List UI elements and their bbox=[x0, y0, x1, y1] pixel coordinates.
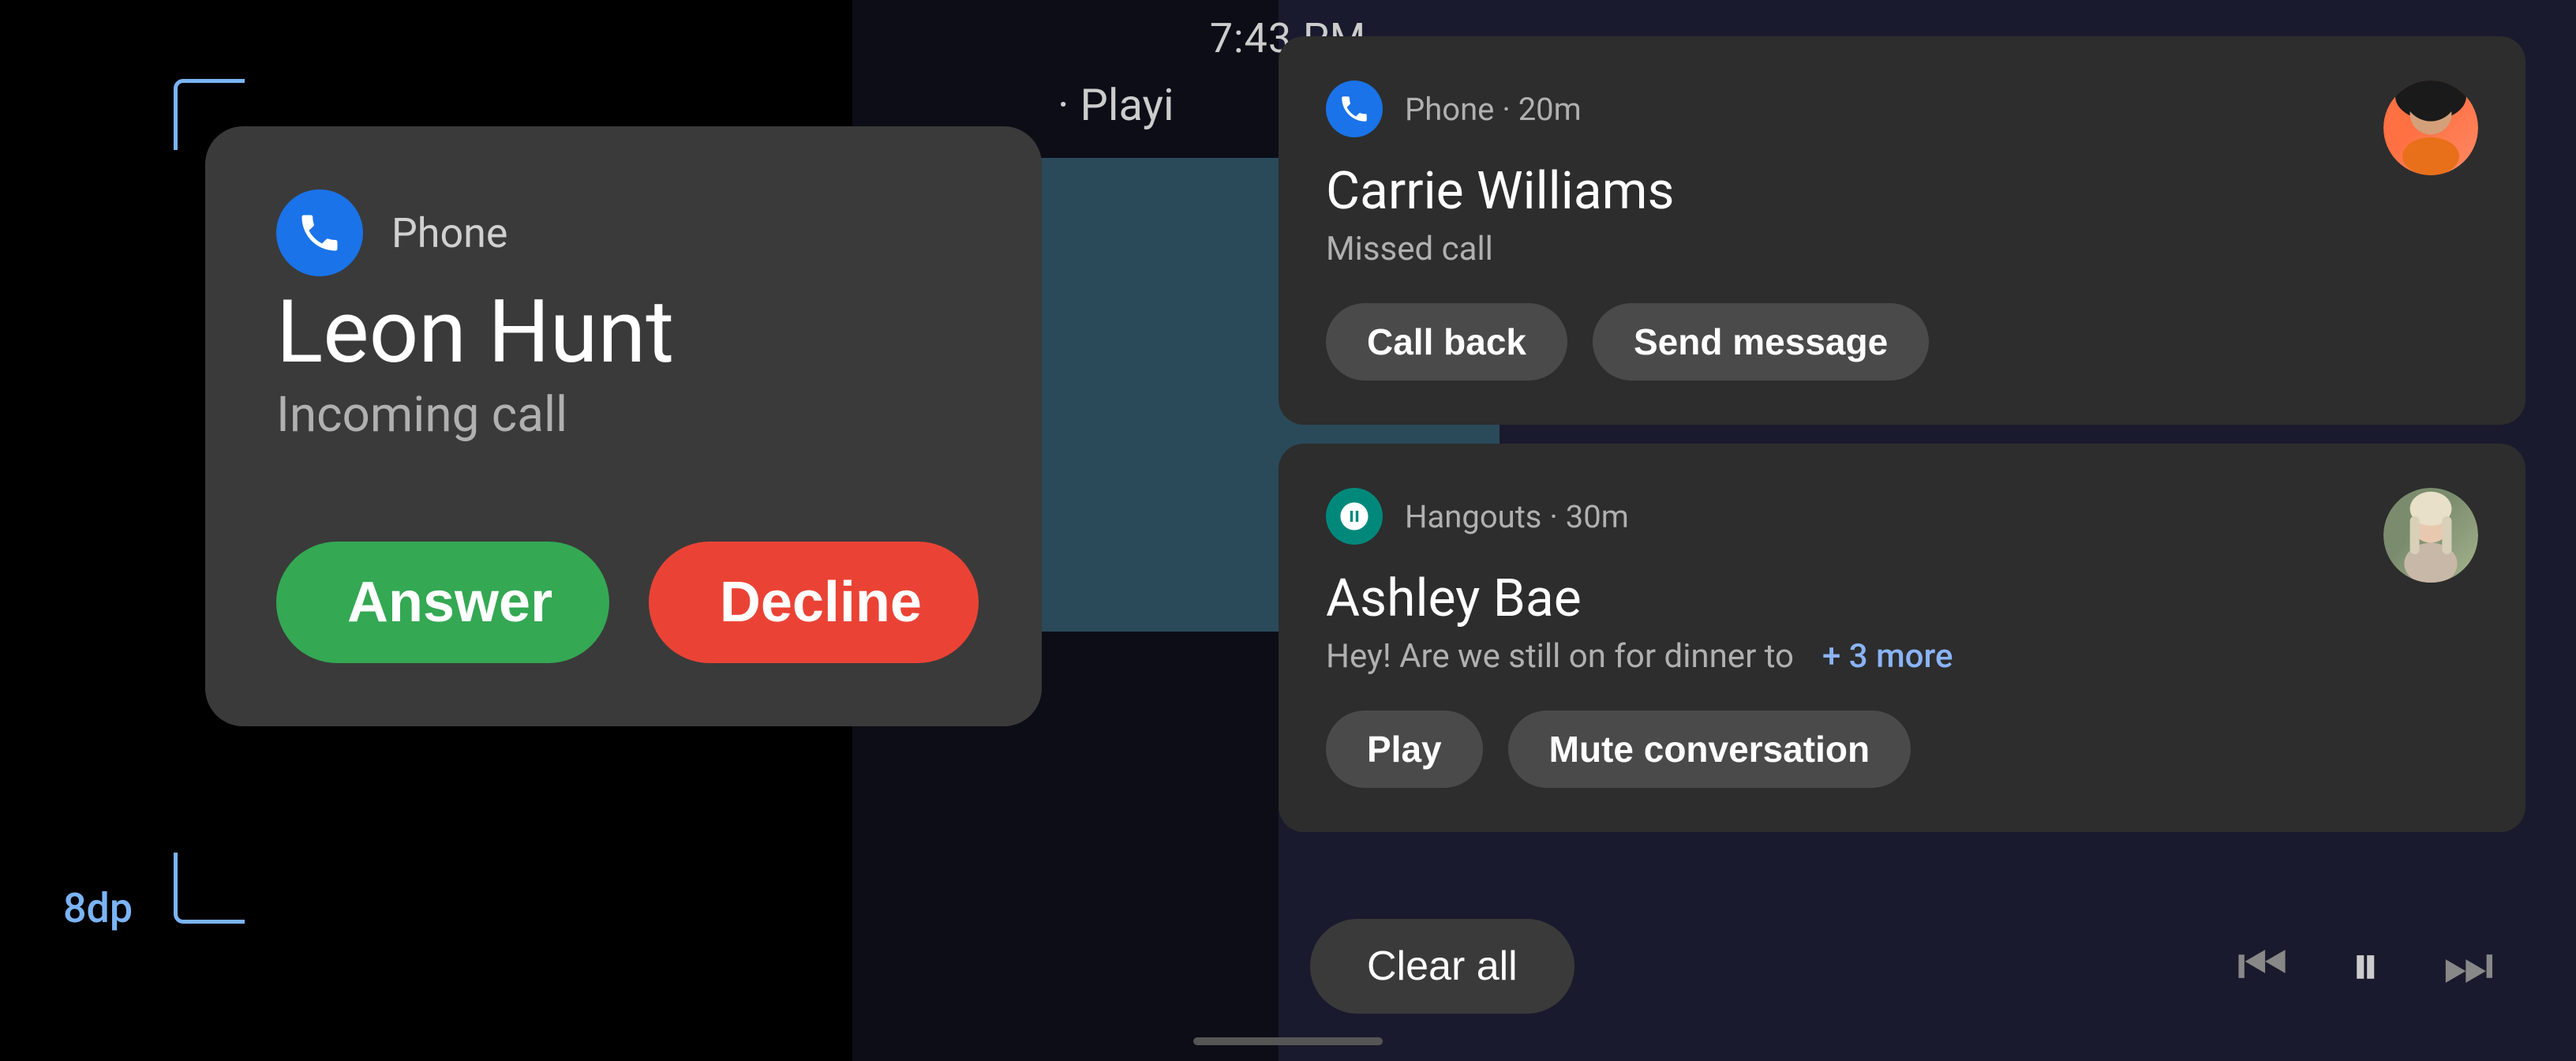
notification-panel: Phone · 20m Carrie Williams Missed call … bbox=[1279, 36, 2525, 851]
hangouts-glyph bbox=[1338, 500, 1371, 533]
pause-button[interactable]: ⏸ bbox=[2351, 933, 2379, 999]
clear-all-button[interactable]: Clear all bbox=[1310, 919, 1574, 1014]
prev-button[interactable]: ⏮ bbox=[2237, 933, 2288, 999]
home-indicator bbox=[1193, 1037, 1383, 1045]
notif-message-text: Hey! Are we still on for dinner to bbox=[1326, 637, 1794, 676]
notif-subtitle-1: Missed call bbox=[1326, 230, 2478, 268]
phone-icon-circle bbox=[276, 189, 363, 276]
notif-card-hangouts: Hangouts · 30m Ashley Bae Hey! Are we st… bbox=[1279, 444, 2525, 832]
notif-card-phone: Phone · 20m Carrie Williams Missed call … bbox=[1279, 36, 2525, 425]
next-button[interactable]: ⏭ bbox=[2443, 933, 2494, 999]
mute-conversation-button[interactable]: Mute conversation bbox=[1508, 710, 1911, 788]
notif-phone-icon bbox=[1326, 81, 1383, 137]
notif-actions-2: Play Mute conversation bbox=[1326, 710, 2478, 788]
avatar-carrie bbox=[2383, 81, 2478, 175]
avatar-ashley bbox=[2383, 488, 2478, 583]
media-controls: ⏮ ⏸ ⏭ bbox=[2237, 933, 2494, 999]
bottom-bar: Clear all ⏮ ⏸ ⏭ bbox=[1279, 919, 2525, 1014]
decline-button[interactable]: Decline bbox=[649, 542, 979, 663]
notif-avatar-1 bbox=[2383, 81, 2478, 175]
card-actions: Answer Decline bbox=[276, 542, 979, 663]
notif-top-row-2: Hangouts · 30m bbox=[1326, 488, 2478, 545]
more-badge: + 3 more bbox=[1822, 637, 1953, 676]
avatar-carrie-svg bbox=[2383, 81, 2478, 175]
send-message-button[interactable]: Send message bbox=[1593, 303, 1929, 381]
notif-title-1: Carrie Williams bbox=[1326, 161, 2478, 222]
notif-app-meta-1: Phone · 20m bbox=[1405, 91, 1582, 128]
notif-message-row: Hey! Are we still on for dinner to + 3 m… bbox=[1326, 637, 2478, 676]
dp-label: 8dp bbox=[63, 884, 133, 932]
avatar-ashley-svg bbox=[2383, 488, 2478, 583]
phone-glyph bbox=[1338, 92, 1371, 126]
playing-hint: · Playi bbox=[1058, 79, 1174, 131]
incoming-call-card: Phone Leon Hunt Incoming call Answer Dec… bbox=[205, 126, 1042, 726]
card-app-name: Phone bbox=[391, 209, 507, 257]
notif-title-2: Ashley Bae bbox=[1326, 568, 2478, 629]
card-call-status: Incoming call bbox=[276, 386, 979, 444]
notif-top-row-1: Phone · 20m bbox=[1326, 81, 2478, 137]
notif-actions-1: Call back Send message bbox=[1326, 303, 2478, 381]
answer-button[interactable]: Answer bbox=[276, 542, 609, 663]
card-header: Phone bbox=[276, 189, 979, 276]
phone-icon bbox=[296, 209, 343, 257]
notif-avatar-2 bbox=[2383, 488, 2478, 583]
play-button[interactable]: Play bbox=[1326, 710, 1483, 788]
card-caller-name: Leon Hunt bbox=[276, 284, 979, 380]
notif-app-meta-2: Hangouts · 30m bbox=[1405, 498, 1629, 535]
notif-hangouts-icon bbox=[1326, 488, 1383, 545]
call-back-button[interactable]: Call back bbox=[1326, 303, 1567, 381]
bracket-bottom-left bbox=[174, 853, 245, 924]
